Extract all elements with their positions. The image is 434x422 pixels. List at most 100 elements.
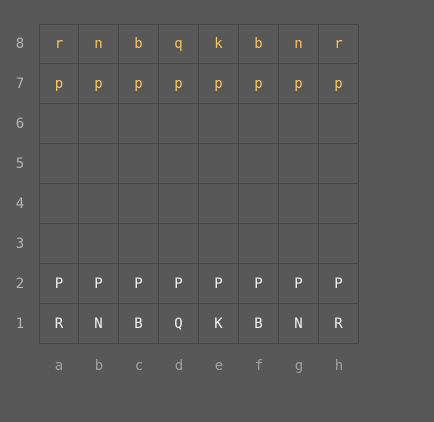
square-f2[interactable]: P [239,264,279,304]
rank-label-3: 3 [15,236,25,252]
square-g3[interactable] [279,224,319,264]
black-piece-h7[interactable]: p [334,76,342,92]
black-piece-e8[interactable]: k [214,36,222,52]
square-g2[interactable]: P [279,264,319,304]
square-a3[interactable] [39,224,79,264]
square-e6[interactable] [199,104,239,144]
square-e5[interactable] [199,144,239,184]
white-piece-d1[interactable]: Q [174,316,182,332]
square-c6[interactable] [119,104,159,144]
black-piece-c7[interactable]: p [134,76,142,92]
square-b2[interactable]: P [79,264,119,304]
square-e3[interactable] [199,224,239,264]
square-h1[interactable]: R [319,304,359,344]
square-e2[interactable]: P [199,264,239,304]
white-piece-g2[interactable]: P [294,276,302,292]
square-b6[interactable] [79,104,119,144]
square-g5[interactable] [279,144,319,184]
square-a1[interactable]: R [39,304,79,344]
rank-label-2: 2 [15,276,25,292]
square-h8[interactable]: r [319,24,359,64]
white-piece-f2[interactable]: P [254,276,262,292]
square-b5[interactable] [79,144,119,184]
square-g8[interactable]: n [279,24,319,64]
square-d7[interactable]: p [159,64,199,104]
white-piece-e2[interactable]: P [214,276,222,292]
square-e1[interactable]: K [199,304,239,344]
black-piece-a8[interactable]: r [55,36,63,52]
white-piece-c1[interactable]: B [134,316,142,332]
square-f4[interactable] [239,184,279,224]
black-piece-h8[interactable]: r [334,36,342,52]
square-d6[interactable] [159,104,199,144]
black-piece-d7[interactable]: p [174,76,182,92]
square-c3[interactable] [119,224,159,264]
square-d5[interactable] [159,144,199,184]
square-d1[interactable]: Q [159,304,199,344]
square-f6[interactable] [239,104,279,144]
white-piece-a1[interactable]: R [55,316,63,332]
white-piece-h2[interactable]: P [334,276,342,292]
rank-label-7: 7 [15,76,25,92]
square-d3[interactable] [159,224,199,264]
white-piece-c2[interactable]: P [134,276,142,292]
black-piece-b8[interactable]: n [94,36,102,52]
white-piece-d2[interactable]: P [174,276,182,292]
square-a8[interactable]: r [39,24,79,64]
square-c1[interactable]: B [119,304,159,344]
square-a7[interactable]: p [39,64,79,104]
black-piece-d8[interactable]: q [174,36,182,52]
file-label-g: g [294,358,304,374]
square-d8[interactable]: q [159,24,199,64]
square-b4[interactable] [79,184,119,224]
black-piece-f7[interactable]: p [254,76,262,92]
square-f5[interactable] [239,144,279,184]
square-g1[interactable]: N [279,304,319,344]
square-g6[interactable] [279,104,319,144]
white-piece-a2[interactable]: P [55,276,63,292]
square-b3[interactable] [79,224,119,264]
square-a4[interactable] [39,184,79,224]
square-f8[interactable]: b [239,24,279,64]
square-e4[interactable] [199,184,239,224]
black-piece-c8[interactable]: b [134,36,142,52]
white-piece-b1[interactable]: N [94,316,102,332]
square-b8[interactable]: n [79,24,119,64]
square-h5[interactable] [319,144,359,184]
square-h4[interactable] [319,184,359,224]
square-c8[interactable]: b [119,24,159,64]
square-e8[interactable]: k [199,24,239,64]
square-c2[interactable]: P [119,264,159,304]
square-h3[interactable] [319,224,359,264]
white-piece-g1[interactable]: N [294,316,302,332]
black-piece-e7[interactable]: p [214,76,222,92]
square-h7[interactable]: p [319,64,359,104]
white-piece-f1[interactable]: B [254,316,262,332]
square-b1[interactable]: N [79,304,119,344]
square-f1[interactable]: B [239,304,279,344]
square-g4[interactable] [279,184,319,224]
black-piece-g8[interactable]: n [294,36,302,52]
square-d2[interactable]: P [159,264,199,304]
square-a6[interactable] [39,104,79,144]
square-a5[interactable] [39,144,79,184]
white-piece-h1[interactable]: R [334,316,342,332]
square-a2[interactable]: P [39,264,79,304]
square-c4[interactable] [119,184,159,224]
white-piece-e1[interactable]: K [214,316,222,332]
square-c7[interactable]: p [119,64,159,104]
square-d4[interactable] [159,184,199,224]
square-f3[interactable] [239,224,279,264]
black-piece-b7[interactable]: p [94,76,102,92]
square-g7[interactable]: p [279,64,319,104]
square-f7[interactable]: p [239,64,279,104]
white-piece-b2[interactable]: P [94,276,102,292]
square-c5[interactable] [119,144,159,184]
black-piece-a7[interactable]: p [55,76,63,92]
black-piece-f8[interactable]: b [254,36,262,52]
square-h6[interactable] [319,104,359,144]
black-piece-g7[interactable]: p [294,76,302,92]
square-h2[interactable]: P [319,264,359,304]
square-e7[interactable]: p [199,64,239,104]
square-b7[interactable]: p [79,64,119,104]
